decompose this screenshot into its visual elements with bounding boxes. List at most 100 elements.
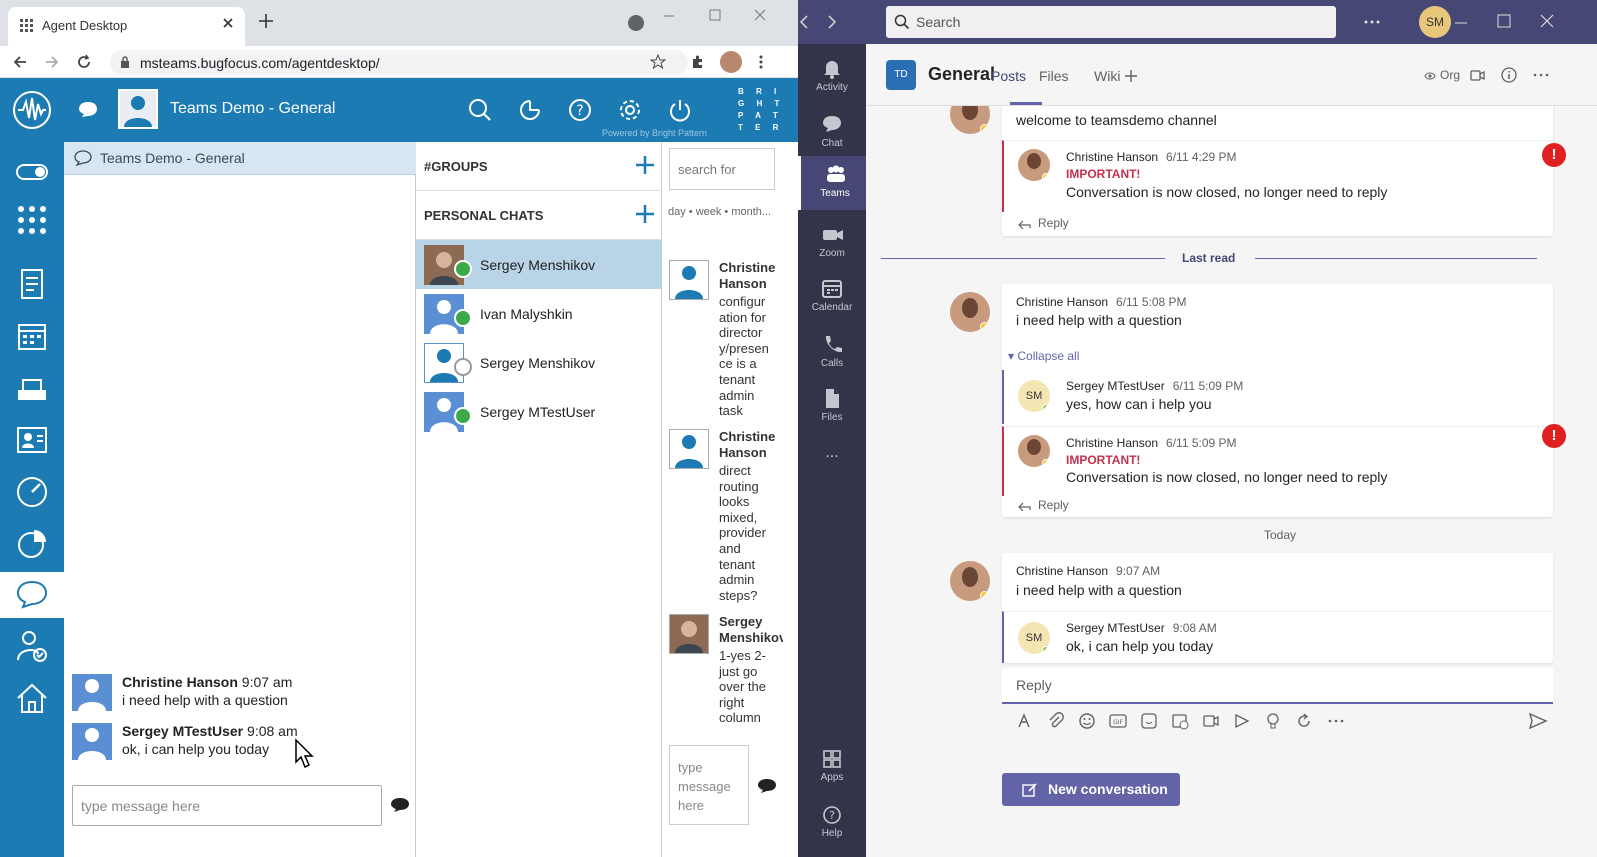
rail-help[interactable]: ? Help (798, 796, 866, 850)
reply-label: Reply (1038, 498, 1069, 512)
dialpad-icon[interactable] (14, 202, 50, 238)
rail-chat[interactable]: Chat (798, 106, 866, 160)
meet-now-icon[interactable] (1469, 67, 1485, 83)
author-avatar (950, 561, 990, 601)
agent-avatar[interactable] (118, 89, 158, 129)
user-silhouette-icon (78, 679, 106, 711)
send-message-icon[interactable] (390, 796, 410, 814)
loop-icon[interactable] (1295, 712, 1313, 730)
add-group-icon[interactable] (634, 154, 656, 176)
schedule-meeting-icon[interactable] (1171, 712, 1189, 730)
maximize-icon[interactable] (708, 8, 722, 22)
info-icon[interactable] (1501, 67, 1517, 83)
contacts-card-icon[interactable] (14, 422, 50, 458)
rail-files[interactable]: Files (798, 380, 866, 434)
back-icon[interactable] (12, 54, 28, 70)
gif-icon[interactable]: GIF (1109, 712, 1127, 730)
dashboard-gauge-icon[interactable] (14, 474, 50, 510)
user-avatar (72, 674, 112, 711)
send-icon[interactable] (1528, 712, 1548, 730)
contact-item[interactable]: Sergey MTestUser (416, 387, 662, 436)
window-close-icon[interactable] (753, 8, 767, 22)
tab-posts[interactable]: Posts (991, 68, 1026, 84)
teams-search-input[interactable]: Search (886, 6, 1336, 38)
settings-gear-icon[interactable] (618, 98, 642, 122)
window-close-icon[interactable] (1540, 14, 1554, 28)
tab-search-icon[interactable] (628, 15, 644, 31)
extensions-icon[interactable] (690, 54, 706, 70)
reply-button[interactable]: Reply (1018, 498, 1069, 512)
inbox-tray-icon[interactable] (14, 370, 50, 406)
minimize-icon[interactable] (662, 8, 676, 22)
praise-icon[interactable] (1264, 712, 1282, 730)
tab-files[interactable]: Files (1039, 68, 1069, 84)
reply-time: 9:08 AM (1172, 621, 1217, 635)
browser-tab-bar: Agent Desktop (0, 0, 798, 46)
minimize-icon[interactable] (1454, 16, 1468, 30)
toggle-status-icon[interactable] (14, 154, 50, 190)
reports-pie-icon[interactable] (14, 526, 50, 562)
rail-activity[interactable]: Activity (798, 50, 866, 104)
home-icon[interactable] (14, 680, 50, 716)
close-tab-icon[interactable] (221, 16, 235, 30)
sticker-icon[interactable] (1140, 712, 1158, 730)
send-message-icon[interactable] (757, 777, 777, 795)
reply-input[interactable]: Reply (1002, 668, 1553, 704)
eye-icon (1424, 72, 1436, 80)
refresh-stats-icon[interactable] (518, 98, 542, 122)
tab-title: Agent Desktop (42, 18, 128, 33)
add-tab-icon[interactable] (1124, 69, 1138, 83)
calendar-icon[interactable] (14, 318, 50, 354)
reply-message: Christine Hanson 6/11 5:09 PM IMPORTANT! … (1002, 426, 1553, 496)
bookmark-star-icon[interactable] (650, 54, 666, 70)
add-personal-chat-icon[interactable] (634, 203, 656, 225)
more-actions-icon[interactable] (1328, 719, 1344, 723)
search-icon[interactable] (468, 98, 492, 122)
reply-arrow-icon (1018, 220, 1031, 229)
rail-zoom[interactable]: Zoom (798, 216, 866, 270)
emoji-icon[interactable] (1078, 712, 1096, 730)
maximize-icon[interactable] (1497, 14, 1511, 28)
org-button[interactable]: Org (1424, 68, 1460, 82)
feed-message-input[interactable]: type message here (669, 745, 749, 825)
conversation-title: Teams Demo - General (100, 150, 245, 166)
period-filter[interactable]: day • week • month... (668, 206, 771, 218)
my-avatar[interactable]: SM (1419, 6, 1451, 38)
rail-teams[interactable]: Teams (798, 156, 866, 210)
worklist-icon[interactable] (14, 266, 50, 302)
post-card: welcome to teamsdemo channel Christine H… (1002, 106, 1553, 236)
format-icon[interactable] (1016, 712, 1034, 730)
new-tab-icon[interactable] (258, 13, 274, 29)
url-field[interactable]: msteams.bugfocus.com/agentdesktop/ (110, 50, 688, 75)
reload-icon[interactable] (76, 54, 92, 70)
back-arrow-icon[interactable] (798, 14, 810, 30)
channel-more-icon[interactable] (1533, 73, 1549, 77)
attach-icon[interactable] (1047, 712, 1065, 730)
forward-icon[interactable] (44, 54, 60, 70)
forward-arrow-icon[interactable] (826, 14, 838, 30)
chat-nav-active[interactable] (0, 572, 64, 618)
feed-search-input[interactable]: search for (669, 148, 775, 190)
more-options-icon[interactable] (1364, 20, 1380, 24)
stream-icon[interactable] (1233, 712, 1251, 730)
profile-avatar[interactable] (720, 51, 742, 73)
tab-wiki[interactable]: Wiki (1094, 68, 1120, 84)
collapse-all-button[interactable]: ▾ Collapse all (1008, 349, 1079, 363)
supervisor-icon[interactable] (14, 628, 50, 664)
rail-more[interactable]: ... (798, 440, 866, 470)
browser-menu-icon[interactable] (758, 54, 764, 70)
meet-icon[interactable] (1202, 712, 1220, 730)
new-conversation-button[interactable]: New conversation (1002, 773, 1180, 806)
reply-button[interactable]: Reply (1018, 216, 1069, 230)
help-icon[interactable]: ? (568, 98, 592, 122)
contact-item[interactable]: Sergey Menshikov (416, 338, 662, 387)
contact-item[interactable]: Ivan Malyshkin (416, 289, 662, 338)
rail-calls[interactable]: Calls (798, 326, 866, 380)
message-input[interactable]: type message here (72, 785, 382, 826)
contact-item[interactable]: Sergey Menshikov (416, 240, 662, 289)
chat-bubble-icon[interactable] (78, 100, 98, 118)
rail-apps[interactable]: Apps (798, 740, 866, 794)
power-icon[interactable] (668, 98, 692, 122)
rail-calendar[interactable]: Calendar (798, 270, 866, 324)
browser-tab[interactable]: Agent Desktop (8, 7, 245, 46)
